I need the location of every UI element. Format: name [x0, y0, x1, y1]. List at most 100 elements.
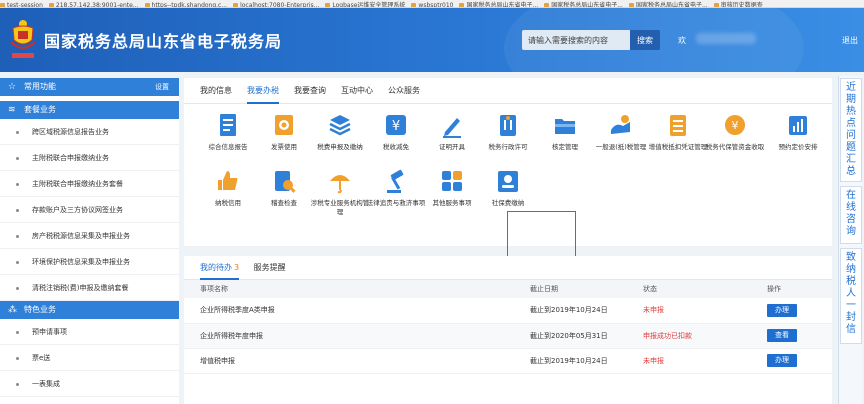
sidebar-item[interactable]: 一表集成 — [0, 371, 179, 397]
tab-1[interactable]: 我的信息 — [200, 78, 232, 104]
site-header: 国家税务总局山东省电子税务局 搜索 欢 退出 — [0, 8, 864, 72]
todo-count-badge: 3 — [234, 263, 240, 272]
todo-table: 事项名称 截止日期 状态 操作 企业所得税季度A类申报 截止到2019年10月24日 未申… — [184, 280, 832, 374]
sidebar-settings-link[interactable]: 设置 — [155, 78, 169, 96]
task-name: 增值税申报 — [184, 348, 514, 374]
floating-link-label: 在线咨询 — [846, 190, 856, 237]
service-label: 综合信息报告 — [208, 143, 248, 151]
service-item[interactable]: 核定管理 — [535, 112, 595, 152]
sidebar-item[interactable]: 存款账户及三方协议网签业务 — [0, 197, 179, 223]
tab-my-todo[interactable]: 我的待办 3 — [200, 256, 240, 280]
floating-link-label: 致纳税人一封信 — [846, 252, 856, 335]
service-item[interactable]: 社保费缴纳 — [478, 168, 538, 208]
star-icon: ☆ — [8, 82, 17, 92]
sidebar: ☆ 常用功能 设置 ≋ 套餐业务 跨区域税源信息报告业务 主附税联合申报缴纳业务主… — [0, 78, 179, 404]
tab-3[interactable]: 我要查询 — [294, 78, 326, 104]
table-row: 企业所得税年度申报 截止到2020年05月31日 申报成功已扣款 查看 — [184, 323, 832, 349]
table-header-row: 事项名称 截止日期 状态 操作 — [184, 280, 832, 298]
yuan-icon: ¥ — [383, 112, 409, 140]
status-text: 未申报 — [643, 356, 664, 365]
service-label: 税务行政许可 — [488, 143, 528, 151]
sidebar-item[interactable]: 预申请事项 — [0, 319, 179, 345]
tax-emblem-icon — [10, 20, 36, 58]
tab-5[interactable]: 公众服务 — [388, 78, 420, 104]
action-button[interactable]: 查看 — [767, 329, 797, 342]
task-deadline: 截止到2019年10月24日 — [514, 348, 627, 374]
tab-2[interactable]: 我要办税 — [247, 78, 279, 104]
service-item[interactable]: 纳税信用 — [198, 168, 258, 208]
sidebar-item[interactable]: 跨区域税源信息报告业务 — [0, 119, 179, 145]
sidebar-item[interactable]: 环境保护税信息采集及申报业务 — [0, 249, 179, 275]
task-action: 办理 — [751, 348, 832, 374]
sidebar-item[interactable]: 清税注销税(费)申报及缴纳套餐 — [0, 275, 179, 301]
floating-link[interactable]: 近期热点问题汇总 — [840, 78, 862, 182]
action-button[interactable]: 办理 — [767, 303, 797, 317]
service-label: 一般退(抵)税管理 — [595, 143, 647, 151]
license-icon — [495, 112, 521, 140]
service-panel: 我的信息 我要办税 我要查询 互动中心 公众服务 综合信息报告 发票使用 税费申报及缴纳 ¥ 税… — [184, 78, 832, 258]
service-item[interactable]: ¥ 税务代保管资金收取 — [705, 112, 765, 152]
service-item[interactable]: 综合信息报告 — [198, 112, 258, 152]
sidebar-section-common[interactable]: ☆ 常用功能 设置 — [0, 78, 179, 96]
invoice-icon — [271, 112, 297, 140]
floating-link[interactable]: 在线咨询 — [840, 186, 862, 244]
search-button[interactable]: 搜索 — [630, 30, 660, 50]
task-status: 未申报 — [627, 348, 751, 374]
sidebar-section-label: 特色业务 — [24, 305, 56, 314]
task-action: 办理 — [751, 298, 832, 324]
service-item[interactable]: 稽查检查 — [254, 168, 314, 208]
gavel-icon — [383, 168, 409, 196]
tab-4[interactable]: 互动中心 — [341, 78, 373, 104]
sidebar-section-label: 常用功能 — [24, 82, 56, 91]
service-item[interactable]: ¥ 税收减免 — [366, 112, 426, 152]
task-deadline: 截止到2020年05月31日 — [514, 323, 627, 349]
service-label: 社保费缴纳 — [491, 199, 525, 207]
service-label: 增值税抵扣凭证管理 — [648, 143, 708, 151]
service-item[interactable]: 税务行政许可 — [478, 112, 538, 152]
service-label: 法律追责与救济事项 — [366, 199, 426, 207]
task-action: 查看 — [751, 323, 832, 349]
sidebar-item[interactable]: 主附税联合申报缴纳业务 — [0, 145, 179, 171]
sidebar-item[interactable]: 票e送 — [0, 345, 179, 371]
service-item[interactable]: 发票使用 — [254, 112, 314, 152]
service-label: 发票使用 — [271, 143, 297, 151]
service-label: 核定管理 — [552, 143, 578, 151]
floating-link-label: 近期热点问题汇总 — [846, 82, 856, 177]
service-item[interactable]: 涉税专业服务机构管理 — [310, 168, 370, 217]
column-header: 操作 — [751, 280, 832, 298]
tab-service-reminder[interactable]: 服务提醒 — [254, 256, 286, 280]
floating-link[interactable]: 致纳税人一封信 — [840, 248, 862, 344]
todo-panel: 我的待办 3 服务提醒 事项名称 截止日期 状态 操作 企业所得税季度A类申报 截止到20… — [184, 256, 832, 404]
pen-icon — [439, 112, 465, 140]
task-status: 申报成功已扣款 — [627, 323, 751, 349]
task-status: 未申报 — [627, 298, 751, 324]
cluster-icon: ⁂ — [8, 305, 17, 315]
sidebar-item[interactable]: 房产税税源信息采集及申报业务 — [0, 223, 179, 249]
social-security-highlight-box — [507, 211, 576, 258]
sidebar-section-package[interactable]: ≋ 套餐业务 — [0, 101, 179, 119]
layers-icon: ≋ — [8, 105, 16, 115]
chart-icon — [785, 112, 811, 140]
table-row: 增值税申报 截止到2019年10月24日 未申报 办理 — [184, 348, 832, 374]
inspection-icon — [271, 168, 297, 196]
service-item[interactable]: 预约定价安排 — [768, 112, 828, 152]
sidebar-section-feature[interactable]: ⁂ 特色业务 — [0, 301, 179, 319]
service-item[interactable]: 其他服务事项 — [422, 168, 482, 208]
service-label: 税收减免 — [383, 143, 409, 151]
sidebar-section-label: 套餐业务 — [24, 105, 56, 114]
logout-link[interactable]: 退出 — [842, 35, 858, 46]
todo-tab-label: 我的待办 — [200, 263, 232, 272]
welcome-text: 欢 — [678, 36, 686, 45]
service-item[interactable]: 证明开具 — [422, 112, 482, 152]
service-item[interactable]: 税费申报及缴纳 — [310, 112, 370, 152]
sidebar-item[interactable]: 主附税联合申报缴纳业务套餐 — [0, 171, 179, 197]
stack-icon — [327, 112, 353, 140]
voucher-icon — [665, 112, 691, 140]
service-label: 税费申报及缴纳 — [317, 143, 363, 151]
action-button[interactable]: 办理 — [767, 354, 797, 367]
service-item[interactable]: 增值税抵扣凭证管理 — [648, 112, 708, 152]
service-label: 稽查检查 — [271, 199, 297, 207]
search-input[interactable] — [522, 30, 630, 50]
service-item[interactable]: 一般退(抵)税管理 — [591, 112, 651, 152]
service-item[interactable]: 法律追责与救济事项 — [366, 168, 426, 208]
